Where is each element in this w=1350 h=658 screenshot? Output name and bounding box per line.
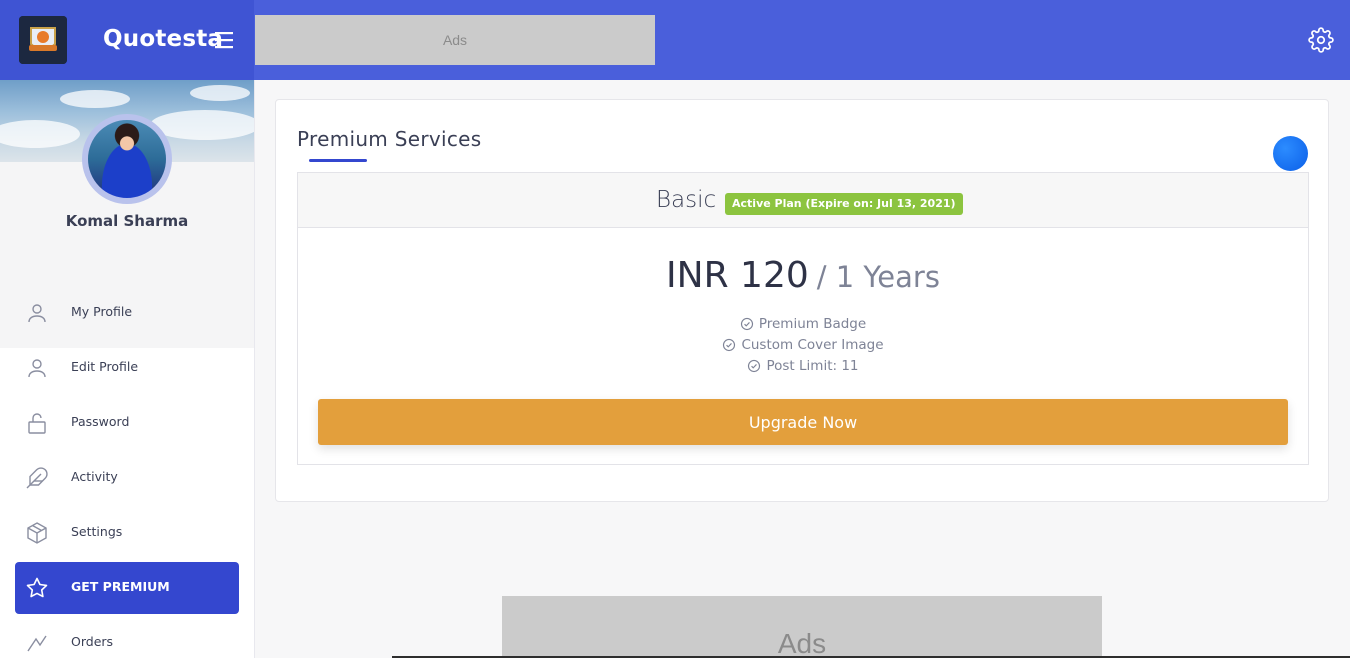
sidebar-item-label: Password bbox=[71, 414, 130, 429]
price-period: / 1 Years bbox=[816, 260, 940, 294]
feature-label: Custom Cover Image bbox=[741, 336, 884, 353]
logo-icon[interactable] bbox=[19, 16, 67, 64]
check-circle-icon bbox=[740, 317, 753, 330]
plan-header: Basic Active Plan (Expire on: Jul 13, 20… bbox=[298, 173, 1308, 228]
feature-list: Premium Badge Custom Cover Image Post Li… bbox=[298, 313, 1308, 376]
sidebar-item-password[interactable]: Password bbox=[15, 397, 239, 449]
ad-banner-top[interactable]: Ads bbox=[255, 15, 655, 65]
sidebar-item-label: Settings bbox=[71, 524, 123, 539]
sidebar-item-get-premium[interactable]: GET PREMIUM bbox=[15, 562, 239, 614]
user-edit-icon bbox=[28, 359, 46, 378]
ad-label: Ads bbox=[777, 628, 827, 658]
sidebar-item-label: My Profile bbox=[71, 304, 133, 319]
plan-name: Basic bbox=[656, 187, 717, 213]
sidebar-item-my-profile[interactable]: My Profile bbox=[15, 287, 239, 339]
sidebar-item-label: GET PREMIUM bbox=[71, 579, 170, 594]
status-badge: Active Plan (Expire on: Jul 13, 2021) bbox=[725, 193, 963, 215]
sidebar-item-edit-profile[interactable]: Edit Profile bbox=[15, 342, 239, 394]
title-underline bbox=[309, 159, 367, 162]
user-name: Komal Sharma bbox=[65, 212, 189, 230]
top-bar: Quotesta Ads bbox=[0, 0, 1350, 80]
upgrade-now-button[interactable]: Upgrade Now bbox=[318, 399, 1288, 445]
list-item: Custom Cover Image bbox=[298, 334, 1308, 355]
floating-action-button[interactable] bbox=[1273, 136, 1308, 171]
brand-name[interactable]: Quotesta bbox=[103, 26, 223, 52]
page-title: Premium Services bbox=[297, 127, 482, 151]
box-icon bbox=[27, 522, 47, 544]
sidebar-item-activity[interactable]: Activity bbox=[15, 452, 239, 504]
user-icon bbox=[28, 304, 46, 323]
ad-banner-bottom[interactable]: Ads bbox=[502, 596, 1102, 658]
star-icon bbox=[26, 577, 48, 598]
plan-card: Basic Active Plan (Expire on: Jul 13, 20… bbox=[297, 172, 1309, 465]
sidebar-item-label: Activity bbox=[71, 469, 118, 484]
sidebar-item-label: Edit Profile bbox=[71, 359, 139, 374]
premium-services-card: Premium Services Basic Active Plan (Expi… bbox=[275, 99, 1329, 502]
list-item: Post Limit: 11 bbox=[298, 355, 1308, 376]
hamburger-menu-icon[interactable] bbox=[214, 30, 234, 50]
price-amount: INR 120 bbox=[666, 255, 809, 296]
brand-area: Quotesta bbox=[0, 0, 254, 80]
gear-icon[interactable] bbox=[1308, 27, 1334, 53]
list-item: Premium Badge bbox=[298, 313, 1308, 334]
feature-label: Premium Badge bbox=[758, 315, 867, 332]
sidebar-item-orders[interactable]: Orders bbox=[15, 617, 239, 658]
sidebar-item-settings[interactable]: Settings bbox=[15, 507, 239, 559]
avatar[interactable] bbox=[82, 114, 172, 204]
lock-icon bbox=[28, 413, 46, 434]
sidebar: Komal Sharma My Profile Edit Profile Pas… bbox=[0, 80, 255, 658]
check-circle-icon bbox=[748, 359, 761, 372]
orders-icon bbox=[27, 635, 47, 652]
ad-label: Ads bbox=[442, 32, 468, 48]
plan-price: INR 120/ 1 Years bbox=[298, 255, 1308, 296]
sidebar-item-label: Orders bbox=[71, 634, 114, 649]
check-circle-icon bbox=[723, 338, 736, 351]
feature-label: Post Limit: 11 bbox=[766, 357, 859, 374]
feather-icon bbox=[26, 467, 48, 489]
